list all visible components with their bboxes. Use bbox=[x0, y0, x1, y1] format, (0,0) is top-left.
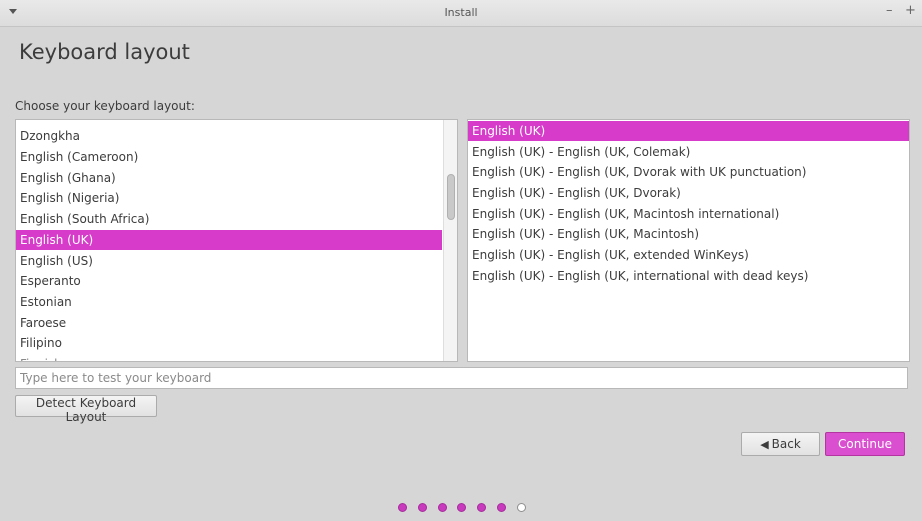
layout-list-item[interactable]: Esperanto bbox=[16, 271, 442, 291]
minimize-icon[interactable]: – bbox=[886, 4, 893, 18]
progress-dot-complete bbox=[438, 503, 447, 512]
variant-list-item[interactable]: English (UK) - English (UK, Colemak) bbox=[468, 142, 909, 162]
page-title: Keyboard layout bbox=[19, 40, 190, 64]
layout-list-item[interactable]: English (US) bbox=[16, 251, 442, 271]
progress-dot-complete bbox=[497, 503, 506, 512]
layout-list-item[interactable]: Dzongkha bbox=[16, 126, 442, 146]
layout-list-item[interactable]: Filipino bbox=[16, 333, 442, 353]
variant-list-item[interactable]: English (UK) - English (UK, Macintosh) bbox=[468, 224, 909, 244]
continue-button[interactable]: Continue bbox=[825, 432, 905, 456]
keyboard-variant-list[interactable]: English (UK) English (UK) - English (UK,… bbox=[467, 119, 910, 362]
layout-list-item[interactable]: Estonian bbox=[16, 292, 442, 312]
layout-list-item[interactable]: English (South Africa) bbox=[16, 209, 442, 229]
layout-list-item[interactable]: English (Ghana) bbox=[16, 168, 442, 188]
title-bar: Install – + bbox=[0, 0, 922, 27]
detect-keyboard-layout-button[interactable]: Detect Keyboard Layout bbox=[15, 395, 157, 424]
layout-list-item[interactable]: Faroese bbox=[16, 313, 442, 333]
layout-list-item[interactable]: English (Cameroon) bbox=[16, 147, 442, 167]
scrollbar-thumb[interactable] bbox=[447, 174, 455, 220]
progress-dot-complete bbox=[457, 503, 466, 512]
variant-list-item[interactable]: English (UK) - English (UK, Macintosh in… bbox=[468, 204, 909, 224]
back-button[interactable]: ◀ Back bbox=[741, 432, 820, 456]
variant-list-item[interactable]: English (UK) - English (UK, Dvorak with … bbox=[468, 162, 909, 182]
layout-list-item-partial[interactable]: Finnish bbox=[16, 354, 442, 361]
progress-dot-complete bbox=[418, 503, 427, 512]
variant-list-item[interactable]: English (UK) - English (UK, internationa… bbox=[468, 266, 909, 286]
keyboard-test-input[interactable] bbox=[15, 367, 908, 389]
layout-prompt-label: Choose your keyboard layout: bbox=[15, 99, 195, 113]
keyboard-layout-list[interactable]: Dzongkha English (Cameroon) English (Gha… bbox=[15, 119, 458, 362]
maximize-icon[interactable]: + bbox=[905, 4, 916, 18]
variant-list-item[interactable]: English (UK) - English (UK, Dvorak) bbox=[468, 183, 909, 203]
variant-list-item[interactable]: English (UK) - English (UK, extended Win… bbox=[468, 245, 909, 265]
back-button-label: Back bbox=[771, 437, 801, 451]
window-title: Install bbox=[444, 6, 478, 19]
layout-list-scrollbar[interactable] bbox=[443, 120, 457, 361]
progress-dot-complete bbox=[477, 503, 486, 512]
progress-dot-complete bbox=[398, 503, 407, 512]
progress-dot-pending bbox=[517, 503, 526, 512]
layout-list-item-selected[interactable]: English (UK) bbox=[16, 230, 442, 250]
arrow-left-icon: ◀ bbox=[760, 438, 769, 451]
layout-list-item[interactable]: English (Nigeria) bbox=[16, 188, 442, 208]
variant-list-item-selected[interactable]: English (UK) bbox=[468, 121, 909, 141]
